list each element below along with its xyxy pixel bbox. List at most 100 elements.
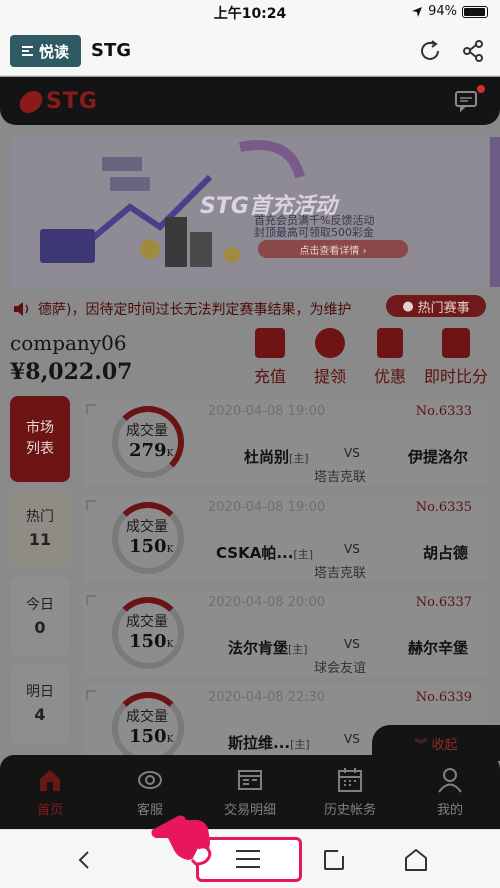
reader-label: 悦读 — [38, 42, 69, 61]
quick-label: 充值 — [253, 367, 286, 386]
tab-home[interactable]: 首页 — [0, 755, 100, 829]
vs-label: VS — [344, 637, 360, 651]
hamburger-menu-icon — [236, 850, 260, 868]
reader-button[interactable]: 悦读 — [10, 35, 81, 67]
match-number: No.6333 — [415, 404, 472, 419]
battery-icon — [462, 5, 488, 18]
quick-label: 优惠 — [373, 367, 406, 386]
away-team: 伊提洛尔 — [407, 448, 468, 466]
account-balance: ¥8,022.07 — [10, 359, 133, 385]
volume-unit: K — [166, 640, 174, 650]
home-nav-button[interactable] — [396, 844, 436, 876]
side-tab-today[interactable]: 今日 0 — [10, 577, 70, 657]
home-team-name: CSKA帕... — [216, 544, 294, 562]
volume-unit: K — [166, 545, 174, 555]
tab-label: 首页 — [36, 802, 63, 818]
vs-label: VS — [344, 542, 360, 556]
calendar-icon — [338, 767, 362, 792]
quick-withdraw[interactable]: 提领 — [308, 328, 352, 387]
scoreboard-icon — [442, 328, 470, 358]
home-nav-icon — [405, 849, 427, 871]
match-number: No.6339 — [415, 690, 472, 705]
tab-history[interactable]: 历史帐务 — [300, 755, 400, 829]
system-nav-bar — [0, 829, 500, 888]
away-team: 赫尔辛堡 — [407, 639, 468, 657]
hot-events-label: 热门赛事 — [417, 300, 470, 316]
quick-label: 提领 — [313, 367, 346, 386]
vs-label: VS — [344, 446, 360, 460]
coupon-icon — [377, 328, 403, 358]
recents-icon — [324, 850, 344, 870]
side-tab-label: 列表 — [26, 441, 54, 457]
profile-icon — [438, 767, 462, 793]
refresh-icon[interactable] — [417, 38, 443, 64]
message-icon[interactable] — [454, 90, 478, 112]
home-team: 杜尚别[主] — [244, 446, 309, 467]
favorite-corner-icon — [86, 404, 96, 414]
home-team-name: 斯拉维... — [228, 734, 291, 752]
home-team: CSKA帕...[主] — [216, 542, 313, 563]
match-card[interactable]: 成交量 150K 2020-04-08 19:00 No.6335 CSKA帕.… — [82, 496, 488, 582]
site-logo[interactable]: STG — [17, 89, 98, 114]
home-tag: [主] — [290, 738, 310, 751]
quick-deposit[interactable]: 充值 — [248, 328, 292, 387]
back-button[interactable] — [64, 844, 104, 876]
side-tab-tomorrow[interactable]: 明日 4 — [10, 664, 70, 744]
side-tab-label: 市场 — [26, 420, 54, 436]
volume-number: 150 — [129, 726, 167, 747]
tab-profile[interactable]: 我的 — [400, 755, 500, 829]
home-tag: [主] — [288, 643, 308, 656]
collapse-label: 收起 — [431, 737, 458, 753]
pointing-hand-icon — [151, 815, 212, 866]
volume-label: 成交量 — [126, 709, 168, 725]
banner-next-slide — [490, 137, 500, 287]
quick-label: 即时比分 — [423, 367, 488, 386]
home-team-name: 法尔肯堡 — [228, 639, 289, 657]
withdraw-icon — [315, 328, 345, 358]
recents-button[interactable] — [314, 844, 354, 876]
home-tag: [主] — [293, 548, 314, 561]
quick-coupon[interactable]: 优惠 — [368, 328, 412, 387]
volume-value: 150K — [129, 726, 173, 747]
quick-live-score[interactable]: 即时比分 — [420, 328, 492, 387]
side-tab-count: 4 — [34, 704, 46, 724]
banner-cta-button[interactable]: 点击查看详情 › — [258, 240, 408, 258]
league-name: 塔吉克联 — [314, 566, 367, 581]
side-tab-label: 今日 — [26, 596, 54, 613]
favorite-corner-icon — [86, 690, 96, 700]
hot-events-button[interactable]: ● 热门赛事 — [386, 295, 486, 317]
match-date: 2020-04-08 22:30 — [208, 690, 326, 705]
league-name: 塔吉克联 — [314, 470, 367, 485]
notice-bar: 德萨)，因待定时间过长无法判定赛事结果，为维护 ● 热门赛事 — [0, 295, 500, 321]
home-team: 斯拉维...[主] — [228, 732, 310, 753]
speaker-icon — [14, 302, 29, 316]
back-chevron-icon — [78, 851, 89, 869]
favorite-corner-icon — [86, 500, 96, 510]
deposit-icon — [255, 328, 285, 358]
volume-value: 150K — [129, 631, 173, 652]
side-tab-count: 11 — [28, 529, 52, 549]
league-name: 球会友谊 — [314, 661, 367, 676]
side-tab-market-list[interactable]: 市场 列表 — [10, 396, 70, 482]
logo-mark-icon — [17, 90, 45, 113]
side-tab-count: 0 — [34, 617, 46, 637]
match-number: No.6337 — [415, 595, 472, 610]
match-card[interactable]: 成交量 150K 2020-04-08 20:00 No.6337 法尔肯堡[主… — [82, 591, 488, 677]
side-tab-hot[interactable]: 热门 11 — [10, 489, 70, 569]
volume-value: 150K — [129, 536, 173, 557]
flame-icon: ● — [402, 298, 414, 314]
side-tab-label: 明日 — [26, 683, 54, 700]
share-icon[interactable] — [460, 38, 486, 64]
menu-icon — [21, 46, 33, 56]
match-card[interactable]: 成交量 279K 2020-04-08 19:00 No.6333 杜尚别[主]… — [82, 400, 488, 486]
logo-text: STG — [46, 89, 98, 114]
account-summary: company06 ¥8,022.07 — [10, 331, 132, 385]
vs-label: VS — [344, 732, 360, 746]
page-title: STG — [91, 40, 132, 61]
notification-dot — [477, 85, 485, 93]
volume-unit: K — [166, 735, 174, 745]
match-date: 2020-04-08 19:00 — [208, 500, 326, 515]
volume-label: 成交量 — [126, 519, 168, 535]
status-bar: 上午10:24 94% — [0, 0, 500, 26]
match-number: No.6335 — [415, 500, 472, 515]
